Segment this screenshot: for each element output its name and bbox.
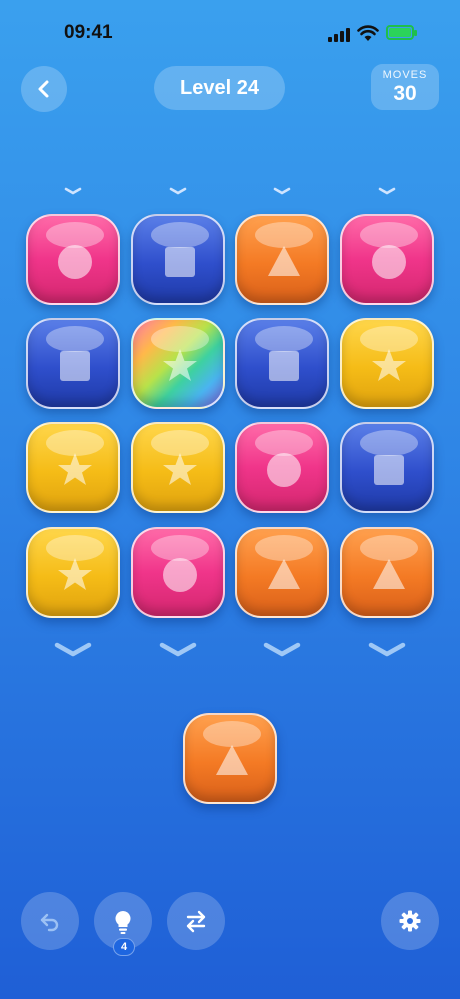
column-1-top-chevron-icon — [64, 187, 82, 195]
square-icon — [374, 455, 404, 485]
star-icon — [372, 349, 406, 381]
star-icon — [58, 558, 92, 590]
lightbulb-icon — [115, 911, 131, 934]
moves-value: 30 — [393, 82, 417, 105]
gear-icon — [399, 910, 421, 932]
triangle-icon — [268, 559, 300, 589]
board-tile-yellow-star[interactable] — [131, 422, 225, 513]
board-tile-pink-circle[interactable] — [340, 214, 434, 305]
square-icon — [60, 351, 90, 381]
moves-counter: MOVES 30 — [371, 64, 439, 110]
column-2-top-chevron-icon — [169, 187, 187, 195]
board-tile-pink-circle[interactable] — [235, 422, 329, 513]
status-bar: 09:41 — [0, 0, 460, 60]
cellular-signal-icon — [328, 28, 350, 42]
square-icon — [269, 351, 299, 381]
board-tile-rainbow-star[interactable] — [131, 318, 225, 409]
circle-icon — [372, 245, 406, 279]
board-tile-blue-square[interactable] — [235, 318, 329, 409]
drop-column-1-chevron[interactable] — [53, 640, 93, 658]
square-icon — [165, 247, 195, 277]
board-tile-orange-triangle[interactable] — [340, 527, 434, 618]
drop-column-4-chevron[interactable] — [367, 640, 407, 658]
undo-button[interactable] — [21, 892, 79, 950]
column-3-top-chevron-icon — [273, 187, 291, 195]
settings-button[interactable] — [381, 892, 439, 950]
triangle-icon — [216, 745, 248, 775]
board-tile-pink-circle[interactable] — [131, 527, 225, 618]
star-icon — [163, 349, 197, 381]
star-icon — [163, 453, 197, 485]
circle-icon — [58, 245, 92, 279]
board-tile-yellow-star[interactable] — [26, 422, 120, 513]
circle-icon — [267, 453, 301, 487]
column-4-top-chevron-icon — [378, 187, 396, 195]
board-tile-pink-circle[interactable] — [26, 214, 120, 305]
board-tile-yellow-star[interactable] — [340, 318, 434, 409]
drop-column-2-chevron[interactable] — [158, 640, 198, 658]
circle-icon — [163, 558, 197, 592]
next-tile[interactable] — [183, 713, 277, 804]
board-tile-yellow-star[interactable] — [26, 527, 120, 618]
swap-icon — [186, 910, 206, 933]
undo-icon — [40, 913, 59, 932]
board-tile-orange-triangle[interactable] — [235, 527, 329, 618]
board-tile-blue-square[interactable] — [131, 214, 225, 305]
status-time: 09:41 — [64, 22, 113, 43]
board-tile-blue-square[interactable] — [340, 422, 434, 513]
triangle-icon — [268, 246, 300, 276]
board-tile-orange-triangle[interactable] — [235, 214, 329, 305]
hint-count-badge: 4 — [113, 938, 135, 956]
back-button[interactable] — [21, 66, 67, 112]
drop-column-3-chevron[interactable] — [262, 640, 302, 658]
wifi-icon — [357, 25, 379, 41]
star-icon — [58, 453, 92, 485]
battery-icon — [386, 25, 417, 40]
chevron-left-icon — [38, 80, 49, 98]
level-title: Level 24 — [154, 66, 285, 110]
swap-button[interactable] — [167, 892, 225, 950]
battery-level — [389, 28, 411, 37]
moves-label: MOVES — [382, 69, 428, 81]
board-tile-blue-square[interactable] — [26, 318, 120, 409]
triangle-icon — [373, 559, 405, 589]
